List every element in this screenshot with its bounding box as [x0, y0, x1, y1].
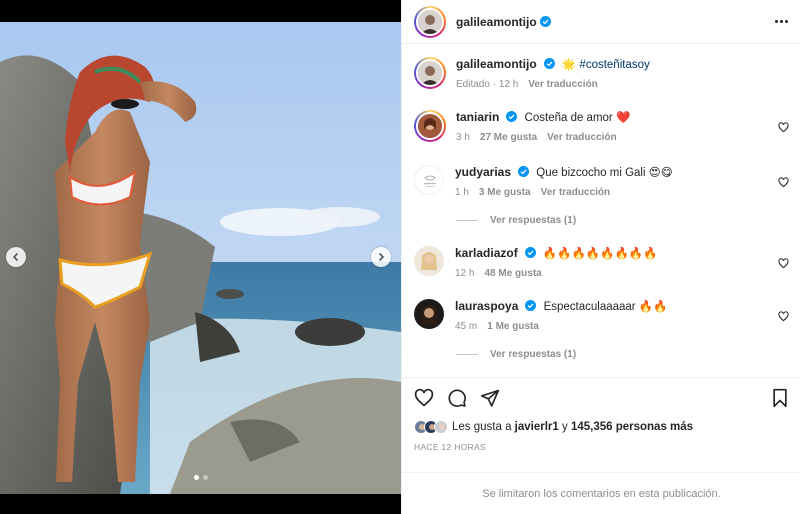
chevron-left-icon [12, 252, 19, 262]
like-comment-icon[interactable] [778, 311, 789, 322]
caption-avatar-image [418, 61, 442, 85]
comment-username[interactable]: yudyarias [455, 165, 511, 179]
caption-time: 12 h [498, 79, 519, 90]
carousel-dot-active [193, 475, 199, 480]
view-replies-label: Ver respuestas (1) [490, 215, 577, 226]
comment-avatar[interactable] [414, 165, 444, 195]
post-photo[interactable] [0, 22, 401, 494]
comment-text: Que bizcocho mi Gali 😍😋 [536, 167, 673, 179]
comment-time: 3 h [456, 132, 470, 143]
verified-badge-icon [543, 58, 555, 69]
post-sidebar: galileamontijo galileamontijo 🌟 #costeñi… [401, 0, 800, 514]
comment-username[interactable]: lauraspoya [455, 299, 518, 313]
post-actions: Les gusta a javierlr1 y 145,356 personas… [402, 377, 800, 452]
caption-emoji: 🌟 [561, 59, 577, 71]
comment-time: 45 m [455, 321, 478, 332]
comment-time: 12 h [455, 268, 475, 279]
comment-avatar-image [414, 299, 444, 329]
liker-avatar [434, 420, 448, 434]
caption-avatar[interactable] [414, 57, 446, 89]
comment-item: karladiazof 🔥🔥🔥🔥🔥🔥🔥🔥 12 h 48 Me gusta [414, 246, 789, 279]
post-header: galileamontijo [402, 0, 800, 44]
previous-photo-button[interactable] [6, 247, 26, 267]
comment-likes[interactable]: 1 Me gusta [487, 321, 539, 332]
caption-edited: Editado [456, 79, 490, 90]
comments-list: galileamontijo 🌟 #costeñitasoy Editado ·… [402, 45, 800, 377]
view-replies-button[interactable]: Ver respuestas (1) [456, 349, 576, 360]
view-replies-button[interactable]: Ver respuestas (1) [456, 215, 576, 226]
verified-badge-icon [539, 16, 551, 27]
verified-badge-icon [518, 166, 530, 177]
comment-avatar[interactable] [414, 110, 446, 142]
like-comment-icon[interactable] [778, 258, 789, 269]
caption-username[interactable]: galileamontijo [456, 57, 537, 71]
comment-item: lauraspoya Espectaculaaaaar 🔥🔥 45 m 1 Me… [414, 299, 789, 332]
comment-bubble-icon[interactable] [447, 388, 467, 408]
comment-avatar-image [418, 114, 442, 138]
comment-username[interactable]: taniarin [456, 110, 499, 124]
comments-limited-notice: Se limitaron los comentarios en esta pub… [402, 472, 800, 514]
comment-text: 🔥🔥🔥🔥🔥🔥🔥🔥 [542, 248, 658, 260]
comment-text: Costeña de amor ❤️ [524, 112, 631, 124]
comment-username[interactable]: karladiazof [455, 246, 518, 260]
comment-likes[interactable]: 48 Me gusta [484, 268, 541, 279]
next-photo-button[interactable] [371, 247, 391, 267]
share-send-icon[interactable] [480, 388, 500, 408]
caption-translate-link[interactable]: Ver traducción [528, 79, 597, 90]
likes-prefix: Les gusta a [452, 421, 512, 433]
comment-translate-link[interactable]: Ver traducción [547, 132, 616, 143]
likes-connector: y [562, 421, 568, 433]
carousel-indicator [0, 475, 401, 480]
author-username[interactable]: galileamontijo [456, 15, 537, 29]
caption-hashtag[interactable]: #costeñitasoy [579, 59, 649, 71]
comment-translate-link[interactable]: Ver traducción [541, 187, 610, 198]
likes-summary: Les gusta a javierlr1 y 145,356 personas… [402, 418, 800, 436]
comment-time: 1 h [455, 187, 469, 198]
post-caption: galileamontijo 🌟 #costeñitasoy Editado ·… [414, 57, 789, 90]
view-replies-label: Ver respuestas (1) [490, 349, 577, 360]
author-avatar-image [418, 9, 442, 34]
comment-item: taniarin Costeña de amor ❤️ 3 h 27 Me gu… [414, 110, 789, 143]
verified-badge-icon [506, 111, 518, 122]
verified-badge-icon [524, 247, 536, 258]
post-timestamp[interactable]: HACE 12 HORAS [402, 436, 800, 452]
like-comment-icon[interactable] [778, 177, 789, 188]
like-heart-icon[interactable] [414, 388, 434, 408]
comment-avatar[interactable] [414, 246, 444, 276]
bookmark-icon[interactable] [771, 388, 789, 408]
comment-likes[interactable]: 27 Me gusta [480, 132, 537, 143]
author-avatar[interactable] [414, 5, 446, 38]
comment-text: Espectaculaaaaar 🔥🔥 [543, 301, 668, 313]
verified-badge-icon [525, 300, 537, 311]
comment-avatar-image [414, 246, 444, 276]
carousel-dot [202, 475, 208, 480]
more-options-button[interactable] [775, 20, 788, 23]
likes-first-user[interactable]: javierlr1 [515, 421, 559, 433]
comment-likes[interactable]: 3 Me gusta [479, 187, 531, 198]
chevron-right-icon [378, 252, 385, 262]
likes-count[interactable]: 145,356 personas más [571, 421, 693, 433]
comment-avatar-image [415, 166, 443, 194]
like-comment-icon[interactable] [778, 122, 789, 133]
instagram-post-modal: galileamontijo galileamontijo 🌟 #costeñi… [0, 0, 800, 514]
comment-avatar[interactable] [414, 299, 444, 329]
comment-item: yudyarias Que bizcocho mi Gali 😍😋 1 h 3 … [414, 165, 789, 198]
post-media [0, 0, 401, 514]
